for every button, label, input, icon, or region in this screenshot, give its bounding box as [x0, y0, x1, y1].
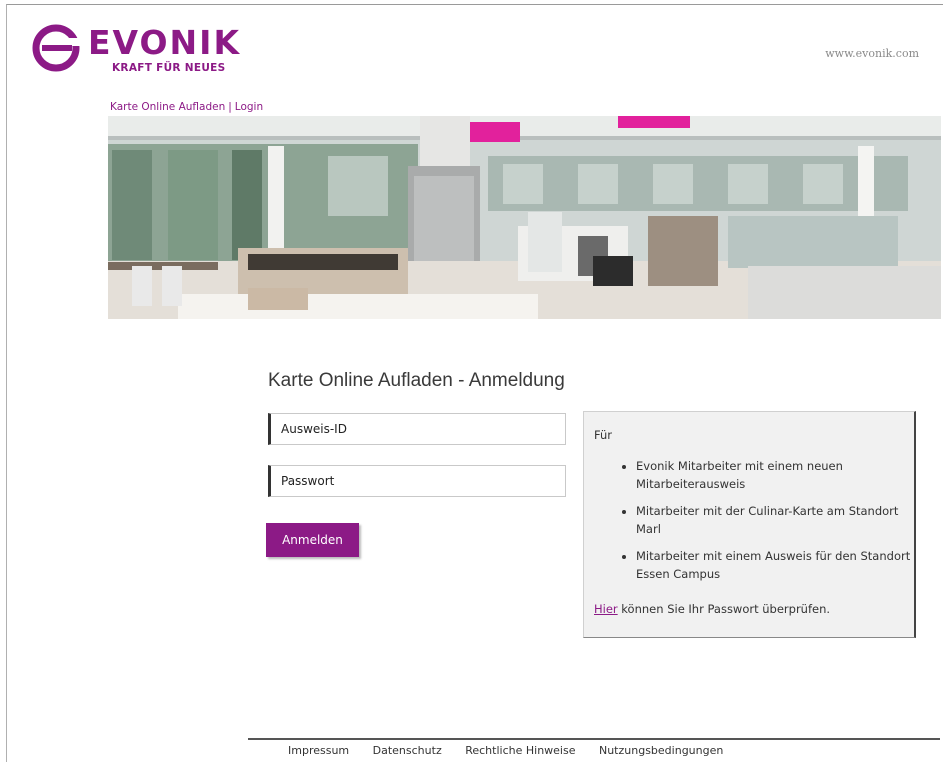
- footer-link-nutzungsbedingungen[interactable]: Nutzungsbedingungen: [599, 744, 723, 757]
- evonik-logo-icon: [32, 24, 80, 72]
- password-check-note: Hier können Sie Ihr Passwort überprüfen.: [594, 602, 830, 616]
- evonik-website-link[interactable]: www.evonik.com: [825, 47, 919, 60]
- footer-nav: Impressum Datenschutz Rechtliche Hinweis…: [288, 744, 743, 757]
- footer-divider: [248, 738, 940, 740]
- anmelden-button[interactable]: Anmelden: [266, 523, 359, 557]
- hero-image: [108, 116, 941, 319]
- canteen-photo-icon: [108, 116, 941, 319]
- footer-link-rechtliche-hinweise[interactable]: Rechtliche Hinweise: [465, 744, 575, 757]
- nav-separator: |: [228, 101, 232, 113]
- footer-link-datenschutz[interactable]: Datenschutz: [373, 744, 442, 757]
- nav-karte-online-aufladen[interactable]: Karte Online Aufladen: [110, 101, 225, 113]
- evonik-logo[interactable]: EVONIK KRAFT FÜR NEUES: [32, 24, 242, 76]
- footer-link-impressum[interactable]: Impressum: [288, 744, 349, 757]
- info-box: Für Evonik Mitarbeiter mit einem neuen M…: [583, 411, 916, 638]
- nav-login[interactable]: Login: [235, 101, 263, 113]
- list-item: Mitarbeiter mit einem Ausweis für den St…: [636, 547, 916, 583]
- brand-name: EVONIK: [88, 23, 242, 62]
- password-check-link[interactable]: Hier: [594, 602, 618, 616]
- page-title: Karte Online Aufladen - Anmeldung: [268, 370, 565, 391]
- info-heading: Für: [594, 428, 613, 442]
- breadcrumb: Karte Online Aufladen | Login: [110, 101, 263, 113]
- password-check-text: können Sie Ihr Passwort überprüfen.: [617, 602, 831, 616]
- list-item: Mitarbeiter mit der Culinar-Karte am Sta…: [636, 502, 916, 538]
- brand-tagline: KRAFT FÜR NEUES: [112, 62, 226, 74]
- list-item: Evonik Mitarbeiter mit einem neuen Mitar…: [636, 457, 916, 493]
- password-input[interactable]: [268, 465, 566, 497]
- ausweis-id-input[interactable]: [268, 413, 566, 445]
- info-list: Evonik Mitarbeiter mit einem neuen Mitar…: [610, 448, 916, 583]
